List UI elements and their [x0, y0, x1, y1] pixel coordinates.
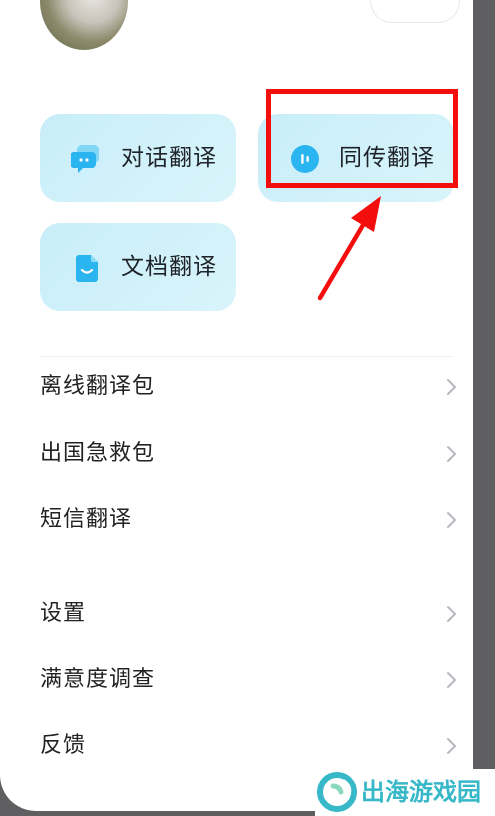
- menu-item-label: 反馈: [40, 733, 87, 758]
- document-translate-card[interactable]: 文档翻译: [40, 223, 236, 311]
- chevron-right-icon: [447, 446, 456, 462]
- user-avatar[interactable]: [40, 0, 128, 50]
- menu-item-label: 满意度调查: [40, 667, 156, 692]
- watermark: 出海游戏园: [315, 769, 495, 816]
- chevron-right-icon: [447, 512, 456, 528]
- conversation-translate-label: 对话翻译: [121, 145, 217, 171]
- header-action-button[interactable]: [370, 0, 460, 23]
- menu-item-survey[interactable]: 满意度调查: [40, 655, 458, 705]
- menu-item-feedback[interactable]: 反馈: [40, 721, 458, 771]
- chevron-right-icon: [447, 672, 456, 688]
- menu-item-offline-pack[interactable]: 离线翻译包: [40, 362, 458, 412]
- document-translate-label: 文档翻译: [121, 254, 217, 280]
- menu-item-label: 出国急救包: [40, 441, 156, 466]
- watermark-text: 出海游戏园: [361, 778, 481, 806]
- document-icon: [76, 255, 98, 282]
- menu-item-settings[interactable]: 设置: [40, 589, 458, 639]
- watermark-logo-icon: [317, 772, 357, 812]
- menu-item-sms-translate[interactable]: 短信翻译: [40, 495, 458, 545]
- simultaneous-translate-label: 同传翻译: [339, 145, 435, 171]
- voice-wave-icon: [291, 145, 319, 173]
- menu-item-label: 设置: [40, 601, 87, 626]
- menu-item-label: 短信翻译: [40, 507, 133, 532]
- chevron-right-icon: [447, 379, 456, 395]
- chat-bubble-icon: [71, 145, 99, 173]
- section-divider: [40, 356, 453, 357]
- chevron-right-icon: [447, 738, 456, 754]
- chevron-right-icon: [447, 606, 456, 622]
- menu-item-emergency-kit[interactable]: 出国急救包: [40, 429, 458, 479]
- menu-item-label: 离线翻译包: [40, 374, 156, 399]
- conversation-translate-card[interactable]: 对话翻译: [40, 114, 236, 202]
- simultaneous-translate-card[interactable]: 同传翻译: [258, 114, 454, 202]
